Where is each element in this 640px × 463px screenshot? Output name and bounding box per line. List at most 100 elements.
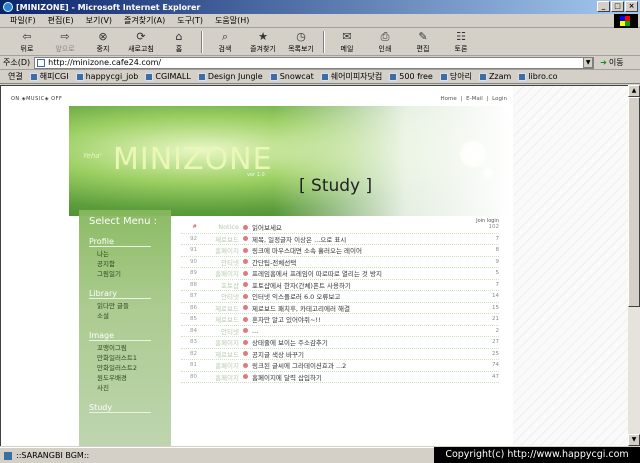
nav-home[interactable]: Home [441, 96, 457, 102]
menu-item[interactable]: 나는 [97, 249, 171, 259]
music-toggle[interactable]: ON ◈MUSIC◈ OFF [11, 96, 62, 102]
row-subject-link[interactable]: 링크된 글씨에 그라데이션효과 ...2 [252, 360, 475, 370]
row-subject-link[interactable]: 링크에 마우스대면 소속 흘러오는 레이어 [252, 245, 475, 255]
table-row[interactable]: 85 제로보드 혼자만 알고 있어야쥐~!! 21 [181, 314, 499, 326]
menu-favorites[interactable]: 즐겨찾기(A) [124, 15, 165, 26]
row-subject-link[interactable]: 상태줄에 보이는 주소감추기 [252, 337, 475, 347]
table-row[interactable]: 88 포토샵 포토샵에서 한자(간체)폰트 사용하기 7 [181, 280, 499, 291]
row-subject-link[interactable]: 포토샵에서 한자(간체)폰트 사용하기 [252, 280, 475, 290]
link-label: CGIMALL [155, 72, 191, 81]
scroll-down-icon[interactable]: ▼ [628, 434, 640, 446]
menu-edit[interactable]: 편집(E) [48, 15, 74, 26]
row-subject-link[interactable]: 홈페이지에 달력 삽입하기 [252, 372, 475, 382]
history-button[interactable]: ◷ 목록보기 [282, 29, 320, 55]
discuss-button[interactable]: ☷ 토론 [442, 29, 480, 55]
link-zzam[interactable]: Zzam [478, 72, 511, 81]
menu-tools[interactable]: 도구(T) [177, 15, 203, 26]
table-row[interactable]: 91 홈페이지 링크에 마우스대면 소속 흘러오는 레이어 8 [181, 245, 499, 257]
table-row[interactable]: # Notice 읽어보세요 102 [181, 222, 499, 234]
row-subject-link[interactable]: 읽어보세요 [252, 222, 475, 232]
address-dropdown-icon[interactable]: ▼ [583, 57, 594, 68]
toolbar-separator [323, 31, 325, 53]
row-number: 81 [190, 362, 197, 369]
link-page-icon [518, 72, 527, 81]
menu-item[interactable]: 꼬맹이그림 [97, 343, 171, 353]
row-subject-link[interactable]: 공지글 색상 바꾸기 [252, 349, 475, 359]
row-subject-link[interactable]: 제목, 일정글자 이상은 ...으로 표시 [252, 234, 475, 244]
forward-button[interactable]: ⇨ 앞으로 [46, 29, 84, 55]
link-sharemepizza[interactable]: 쉐어미피자닷컴 [320, 71, 382, 82]
board-list: Join login # Notice 읽어보세요 102 92 제로보드 제목, 일정글자… [181, 218, 499, 383]
vertical-scrollbar[interactable]: ▲ ▼ [628, 85, 640, 446]
row-subject-link[interactable]: 제로보드 패치후, 카테고리에러 해결 [252, 303, 475, 313]
menu-item[interactable]: 소설 [97, 311, 171, 321]
menu-help[interactable]: 도움말(H) [215, 15, 249, 26]
print-button[interactable]: ⎙ 인쇄 [366, 29, 404, 55]
row-subject-link[interactable]: ... [252, 327, 475, 335]
menu-view[interactable]: 보기(V) [86, 15, 112, 26]
close-button[interactable]: × [625, 1, 638, 12]
menu-item[interactable]: 사진 [97, 383, 171, 393]
menu-section-profile[interactable]: Profile [89, 237, 151, 247]
menu-item[interactable]: 공지함 [97, 259, 171, 269]
menu-item[interactable]: 그림일기 [97, 269, 171, 279]
row-number: 82 [190, 350, 197, 357]
menu-section-image[interactable]: Image [89, 331, 151, 341]
table-row[interactable]: 89 홈페이지 프레임홈에서 프레임이 따로따로 열리는 것 방지 5 [181, 268, 499, 280]
table-row[interactable]: 87 안티넷 인터넷 익스플로러 6.0 오류보고 14 [181, 291, 499, 303]
menu-section-study[interactable]: Study [89, 403, 151, 413]
link-snowcat[interactable]: Snowcat [269, 72, 314, 81]
window-title: [MINIZONE] - Microsoft Internet Explorer [16, 2, 201, 12]
link-design-jungle[interactable]: Design Jungle [197, 72, 263, 81]
nav-login[interactable]: Login [492, 96, 507, 102]
link-happycgi-job[interactable]: happycgi_job [75, 72, 138, 81]
home-button[interactable]: ⌂ 홈 [160, 29, 198, 55]
refresh-button[interactable]: ⟳ 새로고침 [122, 29, 160, 55]
menu-item[interactable]: 읽다만 글들 [97, 301, 171, 311]
row-subject-link[interactable]: 프레임홈에서 프레임이 따로따로 열리는 것 방지 [252, 268, 475, 278]
menu-item[interactable]: 원도우배경 [97, 373, 171, 383]
row-subject-link[interactable]: 혼자만 알고 있어야쥐~!! [252, 314, 475, 324]
row-subject-link[interactable]: 인터넷 익스플로러 6.0 오류보고 [252, 291, 475, 301]
side-menu: Select Menu : Profile 나는 공지함 그림일기 Librar… [79, 210, 171, 446]
go-button[interactable]: ➜ 이동 [600, 57, 623, 68]
favorites-button[interactable]: ★ 즐겨찾기 [244, 29, 282, 55]
link-dangari[interactable]: 당아리 [439, 71, 472, 82]
forward-label: 앞으로 [55, 45, 75, 53]
table-row[interactable]: 92 제로보드 제목, 일정글자 이상은 ...으로 표시 7 [181, 234, 499, 245]
link-page-icon [439, 72, 448, 81]
menu-section-library[interactable]: Library [89, 289, 151, 299]
link-label: 해피CGI [39, 72, 69, 81]
page-content: ON ◈MUSIC◈ OFF Home | E-Mail | Login Yeh… [0, 85, 628, 446]
scroll-thumb[interactable] [628, 97, 640, 307]
menu-file[interactable]: 파일(F) [10, 15, 36, 26]
table-row[interactable]: 86 제로보드 제로보드 패치후, 카테고리에러 해결 15 [181, 303, 499, 314]
minimize-button[interactable]: _ [597, 1, 610, 12]
link-500free[interactable]: 500 free [389, 72, 433, 81]
search-button[interactable]: ⌕ 검색 [206, 29, 244, 55]
scroll-up-icon[interactable]: ▲ [628, 85, 640, 97]
link-cgimall[interactable]: CGIMALL [145, 72, 191, 81]
link-happycgi[interactable]: 해피CGI [29, 71, 69, 82]
nav-email[interactable]: E-Mail [466, 96, 483, 102]
table-row[interactable]: 83 홈페이지 상태줄에 보이는 주소감추기 27 [181, 337, 499, 349]
back-button[interactable]: ⇦ 뒤로 [8, 29, 46, 55]
edit-button[interactable]: ✎ 편집 [404, 29, 442, 55]
stop-button[interactable]: ⊗ 중지 [84, 29, 122, 55]
maximize-button[interactable]: □ [611, 1, 624, 12]
table-row[interactable]: 81 홈페이지 링크된 글씨에 그라데이션효과 ...2 74 [181, 360, 499, 372]
table-row[interactable]: 80 홈페이지 홈페이지에 달력 삽입하기 47 [181, 372, 499, 383]
search-label: 검색 [218, 45, 232, 53]
row-hit-count: 14 [492, 293, 499, 300]
link-page-icon [389, 72, 398, 81]
menu-item[interactable]: 만화일러스트1 [97, 353, 171, 363]
table-row[interactable]: 84 안티넷... 2 [181, 326, 499, 337]
table-row[interactable]: 90 안티넷 간단팁-전체선택 9 [181, 257, 499, 268]
mail-button[interactable]: ✉ 메일 [328, 29, 366, 55]
menu-item[interactable]: 만화일러스트2 [97, 363, 171, 373]
row-subject-link[interactable]: 간단팁-전체선택 [252, 257, 475, 267]
row-category: 홈페이지 [215, 339, 239, 348]
link-libro[interactable]: libro.co [518, 72, 558, 81]
address-input[interactable]: http://minizone.cafe24.com/ ▼ [34, 56, 595, 69]
table-row[interactable]: 82 제로보드 공지글 색상 바꾸기 25 [181, 349, 499, 360]
